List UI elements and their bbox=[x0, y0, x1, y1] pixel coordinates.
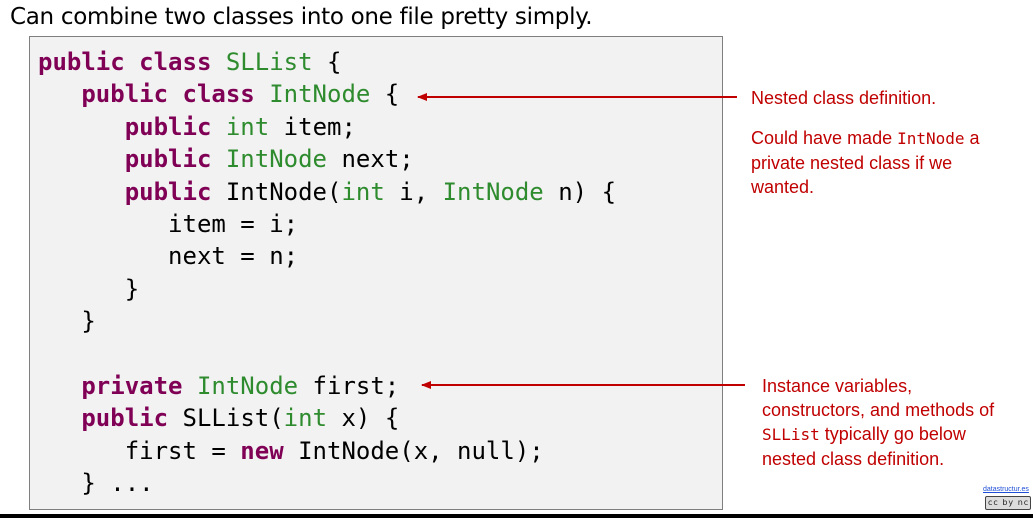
instance-note-line-3: SLList typically go below bbox=[762, 424, 966, 444]
nested-note-line-2: Could have made IntNode a bbox=[751, 128, 980, 148]
instance-vars-note: Instance variables, constructors, and me… bbox=[762, 374, 994, 471]
sllist-code-ref: SLList bbox=[762, 425, 820, 444]
nested-class-note: Nested class definition. Could have made… bbox=[751, 86, 980, 199]
bottom-border bbox=[0, 514, 1033, 518]
license-badge: cc by nc sa bbox=[985, 496, 1031, 510]
instance-note-line-2: constructors, and methods of bbox=[762, 400, 995, 420]
nested-note-line-1: Nested class definition. bbox=[751, 88, 937, 108]
instance-note-line-1: Instance variables, bbox=[762, 376, 913, 396]
instance-note-line-4: nested class definition. bbox=[762, 449, 945, 469]
nested-note-line-3: private nested class if we bbox=[751, 153, 953, 173]
source-link[interactable]: datastructur.es bbox=[983, 486, 1029, 493]
intnode-code-ref: IntNode bbox=[897, 129, 965, 148]
nested-note-line-4: wanted. bbox=[751, 177, 815, 197]
